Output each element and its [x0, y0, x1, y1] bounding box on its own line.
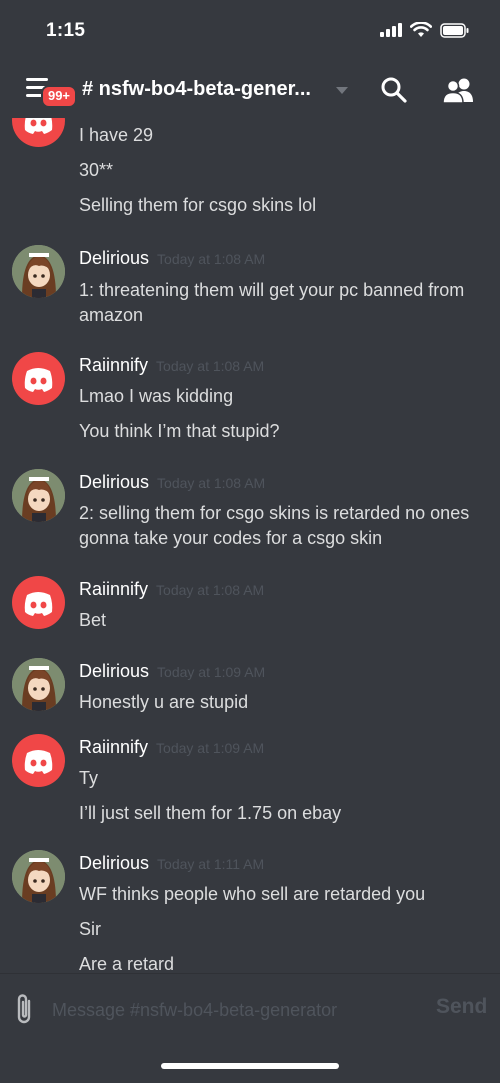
message-header: Raiinnify Today at 1:08 AM	[79, 579, 264, 600]
message-text: You think I’m that stupid?	[79, 421, 280, 441]
channel-header: 99+ # nsfw-bo4-beta-gener...	[0, 60, 500, 118]
anime-avatar[interactable]	[12, 469, 65, 522]
message-text: Are a retard	[79, 954, 175, 973]
message-text: Sir	[79, 919, 101, 939]
timestamp: Today at 1:11 AM	[157, 856, 265, 872]
status-bar: 1:15	[0, 0, 500, 60]
timestamp: Today at 1:09 AM	[157, 664, 266, 680]
author-name[interactable]: Delirious	[79, 661, 149, 682]
message-text: Selling them for csgo skins lol	[79, 195, 317, 215]
message-text: Bet	[79, 610, 107, 630]
anime-avatar[interactable]	[12, 850, 65, 903]
cellular-signal-icon	[380, 23, 402, 37]
discord-logo-icon[interactable]	[12, 576, 65, 629]
message-list[interactable]: I have 29 30** Selling them for csgo ski…	[0, 118, 500, 973]
message-composer: Send	[0, 973, 500, 1043]
status-icons	[380, 22, 470, 38]
anime-avatar[interactable]	[12, 658, 65, 711]
message-header: Delirious Today at 1:08 AM	[79, 472, 265, 493]
message-header: Delirious Today at 1:09 AM	[79, 661, 265, 682]
message-text: 2: selling them for csgo skins is retard…	[79, 503, 470, 548]
status-time: 1:15	[46, 20, 86, 41]
message-text: I’ll just sell them for 1.75 on ebay	[79, 803, 342, 823]
author-name[interactable]: Raiinnify	[79, 737, 148, 758]
message-header: Raiinnify Today at 1:08 AM	[79, 355, 264, 376]
author-name[interactable]: Delirious	[79, 853, 149, 874]
hamburger-icon	[26, 78, 48, 81]
channel-title[interactable]: # nsfw-bo4-beta-gener...	[82, 78, 327, 101]
author-name[interactable]: Delirious	[79, 248, 149, 269]
message-header: Delirious Today at 1:11 AM	[79, 853, 264, 874]
message-header: Raiinnify Today at 1:09 AM	[79, 737, 264, 758]
discord-logo-icon[interactable]	[12, 352, 65, 405]
timestamp: Today at 1:08 AM	[157, 475, 266, 491]
message-header: Delirious Today at 1:08 AM	[79, 248, 265, 269]
message-text: 1: threatening them will get your pc ban…	[79, 280, 465, 325]
timestamp: Today at 1:09 AM	[156, 740, 265, 756]
author-name[interactable]: Delirious	[79, 472, 149, 493]
send-button[interactable]: Send	[436, 995, 487, 1019]
author-name[interactable]: Raiinnify	[79, 579, 148, 600]
discord-logo-icon[interactable]	[12, 734, 65, 787]
home-indicator[interactable]	[161, 1063, 339, 1069]
author-name[interactable]: Raiinnify	[79, 355, 148, 376]
message-text: I have 29	[79, 125, 154, 145]
paperclip-icon[interactable]	[14, 992, 36, 1026]
message-input[interactable]	[52, 996, 422, 1024]
timestamp: Today at 1:08 AM	[156, 358, 265, 374]
message-text: Lmao I was kidding	[79, 386, 234, 406]
mentions-badge: 99+	[41, 85, 77, 108]
members-icon[interactable]	[441, 76, 475, 104]
chevron-down-icon[interactable]	[336, 87, 348, 94]
message-text: Honestly u are stupid	[79, 692, 249, 712]
battery-icon	[440, 22, 469, 38]
message-text: WF thinks people who sell are retarded y…	[79, 884, 426, 904]
message-text: Ty	[79, 768, 99, 788]
search-icon[interactable]	[380, 76, 408, 104]
anime-avatar[interactable]	[12, 245, 65, 298]
message-text: 30**	[79, 160, 114, 180]
timestamp: Today at 1:08 AM	[157, 251, 266, 267]
discord-logo-icon[interactable]	[12, 118, 65, 147]
timestamp: Today at 1:08 AM	[156, 582, 265, 598]
wifi-icon	[410, 22, 432, 37]
